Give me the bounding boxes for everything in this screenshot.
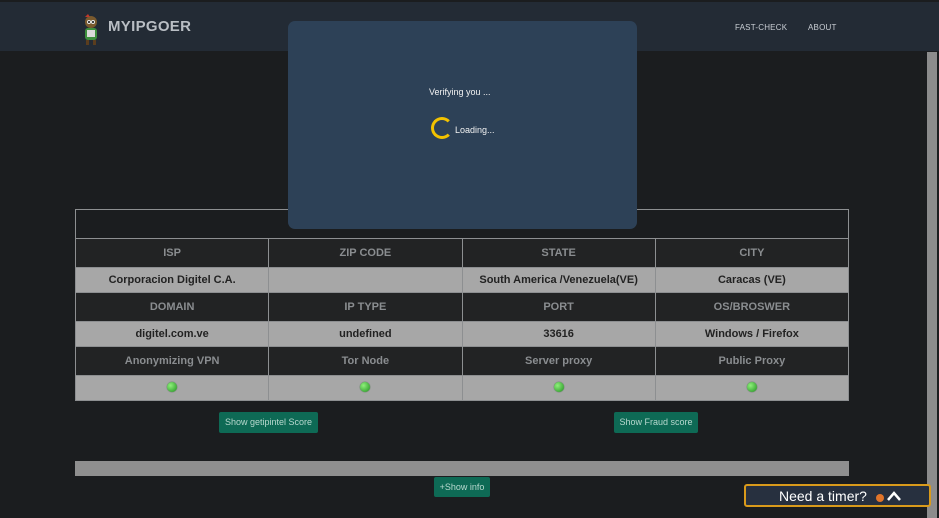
header-isp: ISP	[74, 238, 270, 268]
header-anonymizing-vpn: Anonymizing VPN	[74, 346, 270, 376]
status-ok-icon	[553, 381, 564, 392]
header-ip-type: IP TYPE	[268, 292, 463, 322]
status-ok-icon	[167, 381, 178, 392]
status-ok-icon	[746, 381, 757, 392]
table-row: Corporacion Digitel C.A. South America /…	[74, 267, 850, 293]
scrollbar-thumb[interactable]	[927, 52, 937, 518]
header-domain: DOMAIN	[74, 292, 270, 322]
value-city: Caracas (VE)	[654, 267, 850, 293]
chevron-up-icon[interactable]	[886, 490, 902, 502]
table-header-row: ISP ZIP CODE STATE CITY	[74, 238, 850, 268]
value-ip-type: undefined	[268, 321, 463, 347]
brand-name[interactable]: MYIPGOER	[108, 18, 191, 35]
show-info-button[interactable]: +Show info	[434, 477, 490, 497]
verifying-text: Verifying you ...	[429, 87, 491, 97]
status-cell-public-proxy	[654, 375, 850, 401]
value-domain: digitel.com.ve	[74, 321, 270, 347]
header-tor-node: Tor Node	[268, 346, 463, 376]
status-cell-server-proxy	[461, 375, 656, 401]
table-header-row: Anonymizing VPN Tor Node Server proxy Pu…	[74, 346, 850, 376]
value-zip-code	[268, 267, 463, 293]
status-ok-icon	[360, 381, 371, 392]
header-public-proxy: Public Proxy	[654, 346, 850, 376]
mascot-logo-icon[interactable]	[80, 14, 102, 46]
header-state: STATE	[461, 238, 656, 268]
timer-dot-icon	[876, 494, 884, 502]
info-panel-bar	[75, 461, 849, 476]
value-os-browser: Windows / Firefox	[654, 321, 850, 347]
value-state: South America /Venezuela(VE)	[461, 267, 656, 293]
header-port: PORT	[461, 292, 656, 322]
value-isp: Corporacion Digitel C.A.	[74, 267, 270, 293]
nav-fast-check[interactable]: FAST-CHECK	[735, 23, 787, 32]
header-os-browser: OS/BROSWER	[654, 292, 850, 322]
table-row: digitel.com.ve undefined 33616 Windows /…	[74, 321, 850, 347]
value-port: 33616	[461, 321, 656, 347]
header-zip-code: ZIP CODE	[268, 238, 463, 268]
table-header-row: DOMAIN IP TYPE PORT OS/BROSWER	[74, 292, 850, 322]
ip-info-table: ISP ZIP CODE STATE CITY Corporacion Digi…	[74, 209, 850, 401]
verification-modal: Verifying you ... Loading...	[288, 21, 637, 229]
status-cell-vpn	[74, 375, 270, 401]
header-server-proxy: Server proxy	[461, 346, 656, 376]
nav-about[interactable]: ABOUT	[808, 23, 837, 32]
header-city: CITY	[654, 238, 850, 268]
loading-spinner-icon	[431, 117, 453, 139]
need-a-timer-widget[interactable]: Need a timer?	[744, 484, 931, 507]
show-fraud-score-button[interactable]: Show Fraud score	[614, 412, 698, 433]
table-row	[74, 375, 850, 401]
timer-label: Need a timer?	[779, 488, 867, 504]
show-getipintel-score-button[interactable]: Show getipintel Score	[219, 412, 318, 433]
status-cell-tor	[268, 375, 463, 401]
loading-text: Loading...	[455, 125, 495, 135]
